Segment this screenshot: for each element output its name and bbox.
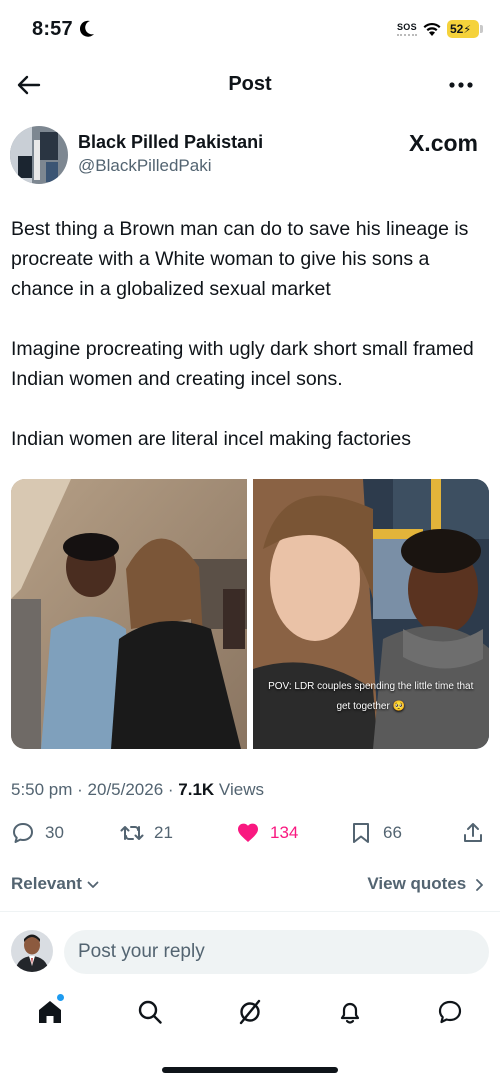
notification-dot — [57, 994, 64, 1001]
reply-input[interactable] — [64, 930, 489, 974]
reply-icon — [13, 823, 33, 843]
post-paragraph: Best thing a Brown man can do to save hi… — [11, 218, 469, 300]
status-bar: 8:57 SOS 52⚡ — [0, 0, 500, 60]
share-button[interactable] — [461, 818, 485, 848]
bookmark-icon — [353, 823, 369, 843]
reply-composer — [0, 929, 500, 975]
replies-bar: Relevant View quotes — [0, 872, 500, 898]
tab-grok[interactable] — [236, 998, 266, 1028]
author-avatar-image — [10, 126, 68, 184]
post-paragraph: Indian women are literal incel making fa… — [11, 428, 411, 450]
user-avatar[interactable] — [11, 930, 53, 972]
post-text: Best thing a Brown man can do to save hi… — [11, 214, 491, 484]
search-icon — [138, 1000, 162, 1024]
status-time: 8:57 — [32, 18, 73, 40]
post-author: Black Pilled Pakistani @BlackPilledPaki … — [0, 124, 500, 188]
heart-icon — [238, 823, 258, 842]
signal-dots — [397, 34, 417, 37]
repost-button[interactable]: 21 — [120, 818, 173, 848]
like-button[interactable]: 134 — [236, 818, 298, 848]
chevron-down-icon — [87, 881, 99, 888]
photo-couple-outdoor — [11, 479, 247, 749]
view-quotes-link[interactable]: View quotes — [367, 874, 484, 894]
reply-sort-dropdown[interactable]: Relevant — [11, 874, 99, 894]
message-icon — [438, 1000, 462, 1024]
media-caption: POV: LDR couples spending the little tim… — [268, 681, 474, 712]
share-icon — [464, 823, 482, 842]
x-watermark: X.com — [408, 130, 478, 156]
reply-button[interactable]: 30 — [11, 818, 64, 848]
repost-count: 21 — [154, 823, 173, 842]
post-photo[interactable] — [11, 479, 248, 749]
views-label: Views — [214, 780, 264, 799]
post-media: POV: LDR couples spending the little tim… — [11, 479, 489, 749]
author-avatar[interactable] — [10, 126, 68, 184]
post-photo[interactable]: POV: LDR couples spending the little tim… — [252, 479, 489, 749]
bookmark-button[interactable]: 66 — [349, 818, 402, 848]
battery-level: 52 — [450, 22, 464, 36]
view-quotes-label: View quotes — [367, 874, 467, 893]
bookmark-count: 66 — [383, 823, 402, 842]
author-name[interactable]: Black Pilled Pakistani — [78, 132, 263, 153]
moon-icon — [80, 20, 94, 37]
more-options-icon[interactable] — [446, 72, 476, 98]
reply-sort-label: Relevant — [11, 874, 82, 893]
wifi-icon — [423, 22, 441, 36]
chevron-right-icon — [476, 878, 483, 891]
tab-search[interactable] — [136, 998, 166, 1028]
post-paragraph: Imagine procreating with ugly dark short… — [11, 338, 474, 390]
divider — [0, 911, 500, 912]
post-metadata: 5:50 pm · 20/5/2026 · 7.1K Views — [11, 780, 264, 800]
home-icon — [39, 1001, 61, 1023]
sos-indicator: SOS — [397, 22, 417, 32]
engagement-bar: 30 21 134 66 — [0, 818, 500, 848]
page-title: Post — [228, 73, 272, 95]
home-indicator[interactable] — [162, 1067, 338, 1073]
battery-cap — [480, 25, 483, 33]
author-handle[interactable]: @BlackPilledPaki — [78, 156, 211, 176]
charging-bolt-icon: ⚡ — [463, 24, 472, 36]
user-avatar-image — [11, 930, 53, 972]
tab-notifications[interactable] — [336, 998, 366, 1028]
post-timestamp: 5:50 pm · 20/5/2026 · — [11, 780, 179, 799]
like-count: 134 — [270, 823, 299, 842]
grok-icon — [239, 999, 261, 1025]
views-count: 7.1K — [178, 780, 215, 799]
bell-icon — [340, 1002, 360, 1024]
bottom-tab-bar — [0, 990, 500, 1040]
tab-messages[interactable] — [436, 998, 466, 1028]
post-header: Post — [0, 60, 500, 110]
repost-icon — [120, 826, 144, 840]
reply-count: 30 — [45, 823, 64, 842]
tab-home[interactable] — [36, 998, 66, 1028]
battery-indicator: 52⚡ — [447, 20, 479, 38]
